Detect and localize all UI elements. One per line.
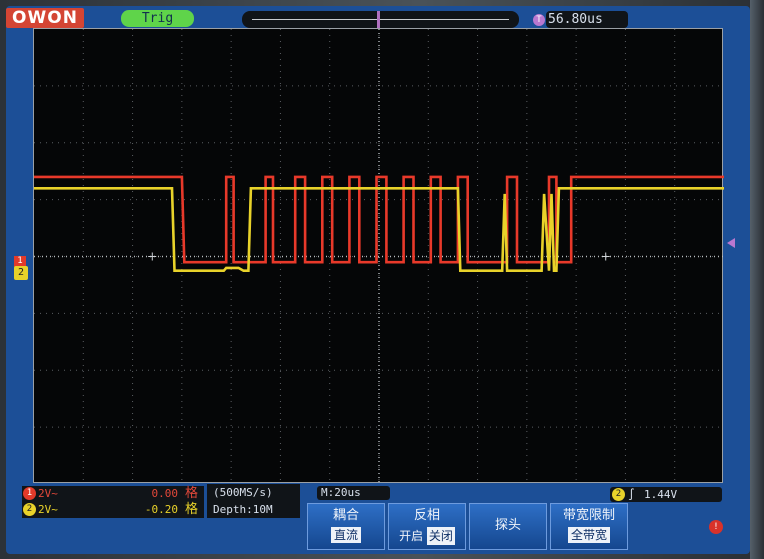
ch2-ground-marker[interactable]: 2 <box>14 266 28 280</box>
bandwidth-limit-value: 全带宽 <box>567 527 610 543</box>
bandwidth-limit-title: 带宽限制 <box>562 508 615 523</box>
ch2-offset: -0.20 <box>144 503 178 516</box>
ch1-scale: 2V~ <box>38 487 58 500</box>
coupling-value: 直流 <box>330 527 361 543</box>
trigger-level-marker-icon[interactable] <box>727 238 735 248</box>
center-cross-marker <box>601 252 610 261</box>
coupling-title: 耦合 <box>332 508 359 523</box>
invert-option-off: 关闭 <box>426 527 455 545</box>
invert-softkey[interactable]: 反相 开启 关闭 <box>388 503 466 550</box>
sample-rate: (500MS/s) <box>213 486 273 499</box>
probe-title: 探头 <box>494 518 521 533</box>
memory-position-track[interactable] <box>242 11 519 28</box>
waveform-display <box>33 28 724 484</box>
ch2-offset-unit: 格 <box>184 502 198 517</box>
probe-softkey[interactable]: 探头 <box>469 503 547 550</box>
memory-window-marker[interactable] <box>377 11 380 28</box>
acquisition-info: (500MS/s) Depth:10M <box>207 484 300 518</box>
trigger-position-value: 56.80us <box>546 11 628 28</box>
memory-depth: Depth:10M <box>213 503 273 516</box>
ch2-status[interactable]: 2 2V~ -0.20 格 <box>22 502 204 518</box>
ch2-icon: 2 <box>23 503 36 516</box>
brand-logo: OWON <box>6 8 84 28</box>
coupling-softkey[interactable]: 耦合 直流 <box>307 503 385 550</box>
timebase-value[interactable]: M:20us <box>317 486 390 500</box>
invert-options: 开启 关闭 <box>389 527 465 545</box>
trigger-info[interactable]: 2 ∫ 1.44V <box>610 487 722 502</box>
status-indicator-icon: ! <box>709 520 723 534</box>
ch2-scale: 2V~ <box>38 503 58 516</box>
memory-track-line <box>252 19 509 20</box>
ch1-offset-unit: 格 <box>184 486 198 501</box>
device-edge <box>750 0 764 559</box>
ch1-icon: 1 <box>23 487 36 500</box>
trigger-level-value: 1.44V <box>644 488 678 501</box>
ch1-offset: 0.00 <box>151 487 179 500</box>
bandwidth-limit-softkey[interactable]: 带宽限制 全带宽 <box>550 503 628 550</box>
rising-edge-icon: ∫ <box>628 488 635 501</box>
center-cross-marker <box>148 252 157 261</box>
trigger-source-icon: 2 <box>612 488 625 501</box>
invert-option-on: 开启 <box>399 529 424 543</box>
trigger-status-badge: Trig <box>121 10 194 27</box>
ch1-status[interactable]: 1 2V~ 0.00 格 <box>22 486 204 502</box>
waveform-plot <box>34 29 724 484</box>
invert-title: 反相 <box>413 508 440 523</box>
trigger-position-icon: T <box>533 14 545 26</box>
